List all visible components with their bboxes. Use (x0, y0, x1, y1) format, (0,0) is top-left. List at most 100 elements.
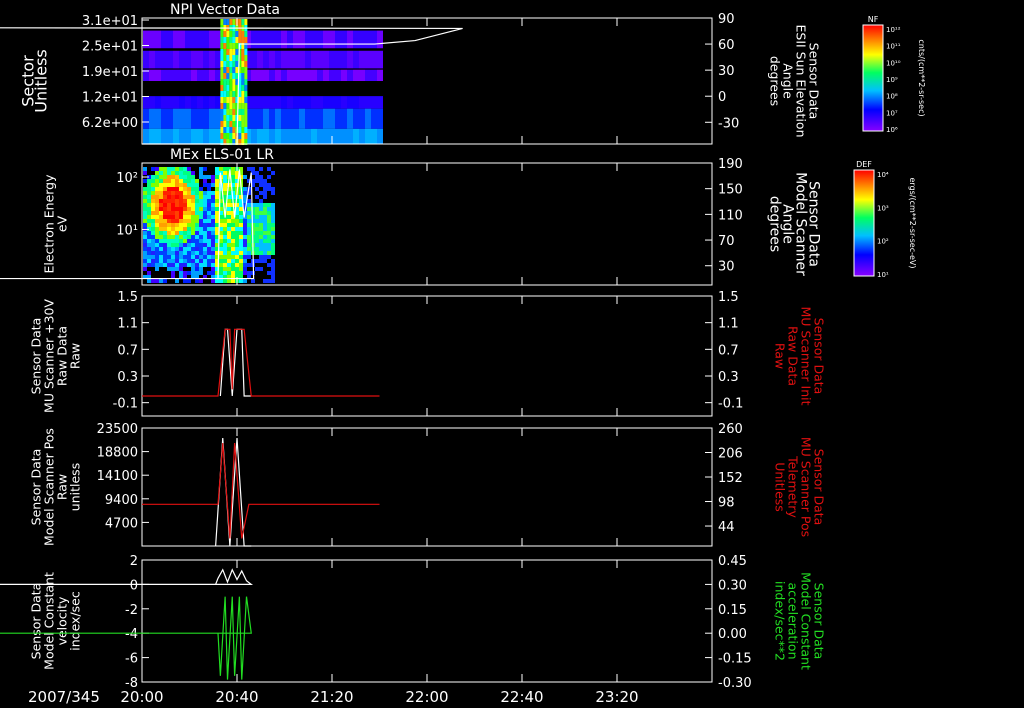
heatmap-cell (215, 195, 219, 199)
heatmap-cell (207, 183, 211, 187)
heatmap-cell (267, 223, 271, 227)
rtick-label: 0.3 (718, 370, 739, 385)
heatmap-cell (219, 239, 223, 243)
heatmap-cell (195, 199, 199, 203)
heatmap-cell (255, 275, 259, 279)
heatmap-cell (244, 109, 248, 115)
heatmap-cell (199, 211, 203, 215)
heatmap-cell (147, 251, 151, 255)
heatmap-cell (203, 69, 209, 81)
heatmap-cell (317, 50, 323, 69)
heatmap-cell (209, 108, 215, 129)
heatmap-cell (171, 247, 175, 251)
heatmap-cell (179, 108, 185, 129)
heatmap-cell (226, 37, 230, 43)
heatmap-cell (226, 103, 230, 109)
heatmap-cell (223, 279, 227, 283)
heatmap-cell (241, 67, 245, 73)
heatmap-cell (151, 179, 155, 183)
heatmap-cell (171, 179, 175, 183)
heatmap-cell (211, 207, 215, 211)
heatmap-cell (239, 223, 243, 227)
heatmap-cell (227, 243, 231, 247)
heatmap-cell (187, 231, 191, 235)
right-ylabel: Sensor DataModel Constantaccelerationind… (773, 572, 827, 670)
rtick-label: 44 (718, 520, 735, 535)
heatmap-cell (231, 239, 235, 243)
heatmap-cell (171, 223, 175, 227)
heatmap-cell (187, 279, 191, 283)
heatmap-cell (223, 167, 227, 171)
heatmap-cell (191, 239, 195, 243)
heatmap-cell (235, 43, 239, 49)
heatmap-cell (281, 108, 287, 129)
heatmap-cell (255, 203, 259, 207)
heatmap-cell (229, 109, 233, 115)
heatmap-cell (195, 263, 199, 267)
heatmap-cell (197, 50, 203, 69)
time-tick-label: 22:40 (500, 688, 543, 706)
colorbar-tick: 10⁴ (877, 171, 889, 179)
heatmap-cell (207, 179, 211, 183)
ytick-label: -6 (125, 652, 138, 667)
heatmap-cell (219, 243, 223, 247)
heatmap-cell (203, 203, 207, 207)
heatmap-cell (195, 239, 199, 243)
heatmap-cell (163, 271, 167, 275)
heatmap-cell (183, 259, 187, 263)
heatmap-cell (191, 30, 197, 49)
heatmap-cell (238, 109, 242, 115)
heatmap-cell (239, 219, 243, 223)
heatmap-cell (235, 37, 239, 43)
heatmap-cell (179, 187, 183, 191)
heatmap-cell (159, 227, 163, 231)
heatmap-cell (377, 69, 383, 81)
heatmap-cell (187, 187, 191, 191)
heatmap-cell (226, 97, 230, 103)
heatmap-cell (241, 37, 245, 43)
heatmap-cell (143, 179, 147, 183)
rtick-label: 98 (718, 496, 735, 511)
heatmap-cell (235, 231, 239, 235)
heatmap-cell (167, 179, 171, 183)
heatmap-cell (179, 128, 185, 144)
heatmap-cell (311, 30, 317, 49)
heatmap-cell (281, 69, 287, 81)
heatmap-cell (287, 69, 293, 81)
ytick-label: 0.7 (117, 343, 138, 358)
heatmap-cell (229, 61, 233, 67)
heatmap-cell (263, 215, 267, 219)
heatmap-cell (239, 259, 243, 263)
heatmap-cell (167, 203, 171, 207)
heatmap-cell (147, 191, 151, 195)
heatmap-cell (143, 96, 149, 109)
heatmap-cell (187, 199, 191, 203)
heatmap-cell (267, 203, 271, 207)
heatmap-cell (167, 219, 171, 223)
heatmap-cell (207, 251, 211, 255)
heatmap-cell (155, 199, 159, 203)
heatmap-cell (235, 247, 239, 251)
heatmap-cell (211, 279, 215, 283)
heatmap-cell (247, 207, 251, 211)
heatmap-cell (299, 96, 305, 109)
heatmap-cell (167, 271, 171, 275)
heatmap-cell (199, 271, 203, 275)
heatmap-cell (227, 219, 231, 223)
heatmap-cell (191, 171, 195, 175)
heatmap-cell (149, 50, 155, 69)
heatmap-cell (175, 235, 179, 239)
heatmap-cell (167, 235, 171, 239)
rtick-label: 260 (718, 422, 743, 437)
heatmap-cell (223, 37, 227, 43)
heatmap-cell (159, 243, 163, 247)
heatmap-cell (271, 251, 275, 255)
heatmap-cell (175, 227, 179, 231)
heatmap-cell (151, 199, 155, 203)
heatmap-cell (247, 223, 251, 227)
heatmap-cell (179, 195, 183, 199)
heatmap-cell (244, 121, 248, 127)
heatmap-cell (159, 239, 163, 243)
heatmap-cell (241, 31, 245, 37)
heatmap-cell (195, 255, 199, 259)
